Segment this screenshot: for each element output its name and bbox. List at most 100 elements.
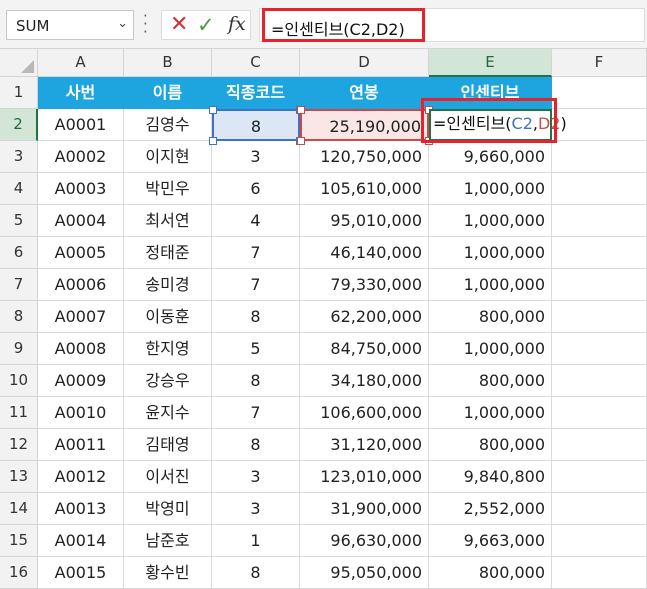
cell-f16[interactable] [552,557,647,589]
cell-a4[interactable]: A0003 [38,173,124,205]
cell-c11[interactable]: 7 [212,397,300,429]
row-header-12[interactable]: 12 [0,429,38,461]
cell-e3[interactable]: 9,660,000 [429,141,552,173]
cell-a8[interactable]: A0007 [38,301,124,333]
cell-c2[interactable]: 8 [212,109,300,141]
select-all-corner[interactable] [0,49,38,77]
cell-f15[interactable] [552,525,647,557]
cell-f1[interactable] [552,77,647,109]
cell-d11[interactable]: 106,600,000 [300,397,429,429]
cell-e4[interactable]: 1,000,000 [429,173,552,205]
cell-d16[interactable]: 95,050,000 [300,557,429,589]
cell-b6[interactable]: 정태준 [124,237,212,269]
cell-e13[interactable]: 9,840,800 [429,461,552,493]
cell-b4[interactable]: 박민우 [124,173,212,205]
header-job-code[interactable]: 직종코드 [212,77,300,109]
cell-b5[interactable]: 최서연 [124,205,212,237]
cell-b3[interactable]: 이지현 [124,141,212,173]
cell-e10[interactable]: 800,000 [429,365,552,397]
cell-d9[interactable]: 84,750,000 [300,333,429,365]
name-box[interactable]: SUM ⌄ [6,10,134,40]
column-header-f[interactable]: F [552,49,647,77]
close-icon[interactable]: ✕ [170,12,188,37]
row-header-6[interactable]: 6 [0,237,38,269]
column-header-d[interactable]: D [300,49,429,77]
cell-e16[interactable]: 800,000 [429,557,552,589]
cell-f13[interactable] [552,461,647,493]
cell-a11[interactable]: A0010 [38,397,124,429]
insert-function-icon[interactable]: fx [228,13,246,35]
cell-a14[interactable]: A0013 [38,493,124,525]
cell-b8[interactable]: 이동훈 [124,301,212,333]
cell-f9[interactable] [552,333,647,365]
cell-d10[interactable]: 34,180,000 [300,365,429,397]
column-header-b[interactable]: B [124,49,212,77]
header-name[interactable]: 이름 [124,77,212,109]
cell-b14[interactable]: 박영미 [124,493,212,525]
cell-c8[interactable]: 8 [212,301,300,333]
column-header-a[interactable]: A [38,49,124,77]
check-icon[interactable]: ✓ [197,13,215,37]
cell-e12[interactable]: 800,000 [429,429,552,461]
cell-d4[interactable]: 105,610,000 [300,173,429,205]
cell-c10[interactable]: 8 [212,365,300,397]
reference-resize-handle[interactable] [297,106,305,114]
cell-c4[interactable]: 6 [212,173,300,205]
cell-b15[interactable]: 남준호 [124,525,212,557]
row-header-9[interactable]: 9 [0,333,38,365]
cell-f7[interactable] [552,269,647,301]
cell-d15[interactable]: 96,630,000 [300,525,429,557]
cell-b9[interactable]: 한지영 [124,333,212,365]
cell-c16[interactable]: 8 [212,557,300,589]
header-employee-id[interactable]: 사번 [38,77,124,109]
cell-a3[interactable]: A0002 [38,141,124,173]
cell-f10[interactable] [552,365,647,397]
cell-a5[interactable]: A0004 [38,205,124,237]
row-header-5[interactable]: 5 [0,205,38,237]
cell-c5[interactable]: 4 [212,205,300,237]
cell-a15[interactable]: A0014 [38,525,124,557]
row-header-7[interactable]: 7 [0,269,38,301]
row-header-14[interactable]: 14 [0,493,38,525]
cell-b2[interactable]: 김영수 [124,109,212,141]
column-header-c[interactable]: C [212,49,300,77]
cell-c15[interactable]: 1 [212,525,300,557]
cell-c6[interactable]: 7 [212,237,300,269]
reference-resize-handle[interactable] [209,106,217,114]
row-header-10[interactable]: 10 [0,365,38,397]
chevron-down-icon[interactable]: ⌄ [117,16,128,31]
reference-resize-handle[interactable] [297,137,305,145]
more-options-icon[interactable]: · · · [143,9,148,40]
cell-b10[interactable]: 강승우 [124,365,212,397]
cell-e15[interactable]: 9,663,000 [429,525,552,557]
cell-a12[interactable]: A0011 [38,429,124,461]
cell-f8[interactable] [552,301,647,333]
cell-d14[interactable]: 31,900,000 [300,493,429,525]
reference-resize-handle[interactable] [209,137,217,145]
cell-d13[interactable]: 123,010,000 [300,461,429,493]
row-header-11[interactable]: 11 [0,397,38,429]
row-header-1[interactable]: 1 [0,77,38,109]
cell-e8[interactable]: 800,000 [429,301,552,333]
cell-f11[interactable] [552,397,647,429]
cell-a10[interactable]: A0009 [38,365,124,397]
cell-e9[interactable]: 1,000,000 [429,333,552,365]
cell-a9[interactable]: A0008 [38,333,124,365]
row-header-3[interactable]: 3 [0,141,38,173]
row-header-16[interactable]: 16 [0,557,38,589]
cell-d7[interactable]: 79,330,000 [300,269,429,301]
cell-d12[interactable]: 31,120,000 [300,429,429,461]
cell-f3[interactable] [552,141,647,173]
row-header-2[interactable]: 2 [0,109,38,141]
cell-c3[interactable]: 3 [212,141,300,173]
cell-f12[interactable] [552,429,647,461]
cell-a7[interactable]: A0006 [38,269,124,301]
cell-b7[interactable]: 송미경 [124,269,212,301]
cell-d6[interactable]: 46,140,000 [300,237,429,269]
cell-c9[interactable]: 5 [212,333,300,365]
formula-highlight[interactable]: =인센티브(C2,D2) [262,8,425,42]
cell-a16[interactable]: A0015 [38,557,124,589]
cell-d5[interactable]: 95,010,000 [300,205,429,237]
cell-c7[interactable]: 7 [212,269,300,301]
cell-c13[interactable]: 3 [212,461,300,493]
